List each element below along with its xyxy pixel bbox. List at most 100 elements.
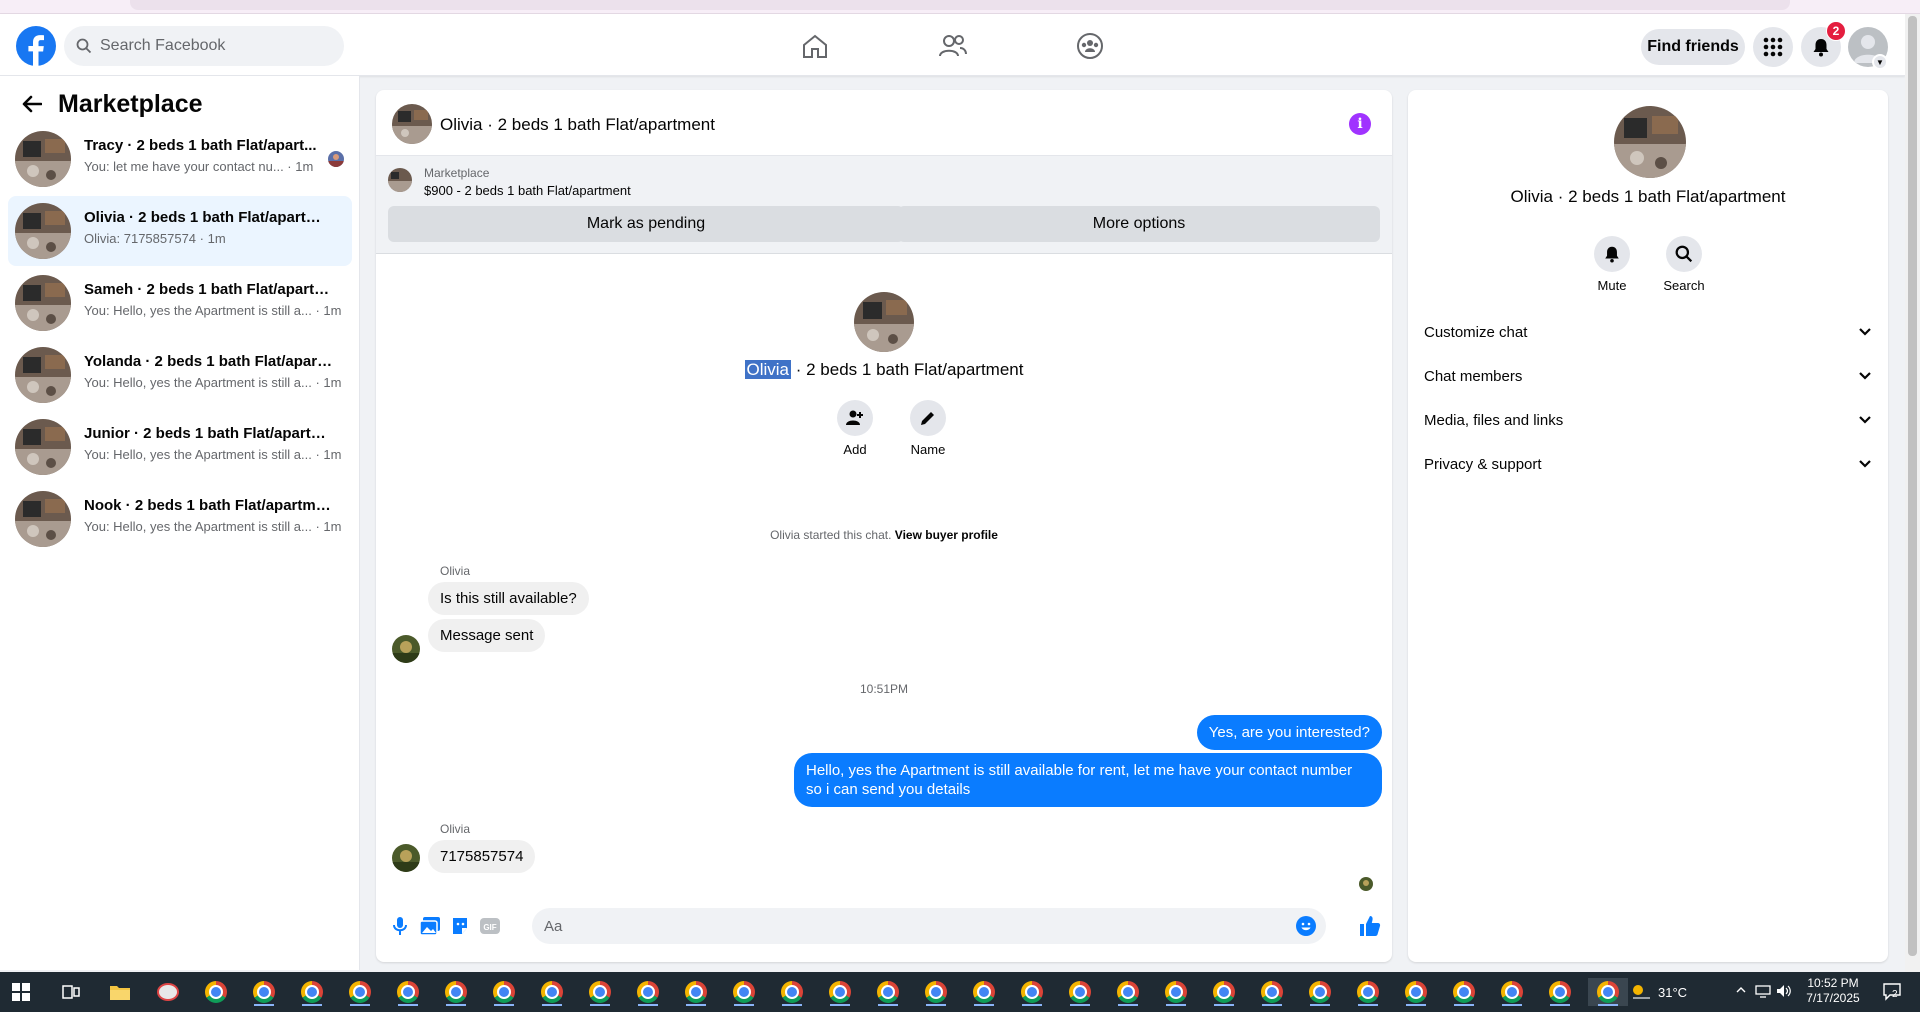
chrome-icon[interactable] bbox=[440, 978, 472, 1006]
chrome-icon[interactable] bbox=[584, 978, 616, 1006]
selected-name-text: Olivia bbox=[744, 360, 792, 379]
network-icon[interactable] bbox=[1755, 984, 1771, 1001]
mark-as-pending-button[interactable]: Mark as pending bbox=[388, 206, 904, 242]
chat-members-section[interactable]: Chat members bbox=[1424, 356, 1872, 396]
chat-avatar[interactable] bbox=[392, 104, 432, 144]
sender-avatar[interactable] bbox=[392, 844, 420, 872]
search-icon bbox=[1666, 236, 1702, 272]
action-center-icon[interactable]: 2 bbox=[1882, 981, 1904, 1003]
view-buyer-profile-link[interactable]: View buyer profile bbox=[895, 528, 998, 542]
incoming-message[interactable]: 7175857574 bbox=[428, 840, 536, 873]
details-avatar[interactable] bbox=[1614, 106, 1686, 178]
chrome-icon[interactable] bbox=[248, 978, 280, 1006]
chat-title[interactable]: Olivia · 2 beds 1 bath Flat/apartment bbox=[440, 115, 715, 135]
speaker-icon[interactable] bbox=[1776, 984, 1792, 1001]
sticker-icon[interactable] bbox=[448, 914, 472, 938]
home-icon[interactable] bbox=[795, 30, 835, 62]
search-box[interactable] bbox=[64, 26, 344, 66]
conversation-name: Nook · 2 beds 1 bath Flat/apartment bbox=[84, 497, 334, 514]
page-scrollbar[interactable] bbox=[1905, 14, 1920, 972]
message-input-box[interactable] bbox=[532, 908, 1326, 944]
info-icon[interactable]: i bbox=[1349, 113, 1371, 135]
search-input[interactable] bbox=[100, 37, 320, 55]
scrollbar-thumb[interactable] bbox=[1908, 16, 1917, 956]
outgoing-message[interactable]: Hello, yes the Apartment is still availa… bbox=[794, 753, 1382, 807]
more-options-button[interactable]: More options bbox=[898, 206, 1380, 242]
menu-grid-icon[interactable] bbox=[1753, 27, 1793, 67]
chrome-icon[interactable] bbox=[968, 978, 1000, 1006]
chrome-icon[interactable] bbox=[1208, 978, 1240, 1006]
chrome-icon[interactable] bbox=[488, 978, 520, 1006]
chrome-icon[interactable] bbox=[920, 978, 952, 1006]
photo-gallery-icon[interactable] bbox=[418, 914, 442, 938]
chrome-icon-active[interactable] bbox=[1588, 978, 1628, 1006]
media-files-links-section[interactable]: Media, files and links bbox=[1424, 400, 1872, 440]
chrome-icon[interactable] bbox=[344, 978, 376, 1006]
chrome-icon[interactable] bbox=[872, 978, 904, 1006]
chrome-icon[interactable] bbox=[632, 978, 664, 1006]
mute-button[interactable]: Mute bbox=[1582, 236, 1642, 293]
incoming-message[interactable]: Is this still available? bbox=[428, 582, 589, 615]
file-explorer-icon[interactable] bbox=[104, 978, 136, 1006]
chrome-icon[interactable] bbox=[1544, 978, 1576, 1006]
chrome-icon[interactable] bbox=[728, 978, 760, 1006]
chrome-icon[interactable] bbox=[296, 978, 328, 1006]
chrome-icon[interactable] bbox=[1352, 978, 1384, 1006]
incoming-message[interactable]: Message sent bbox=[428, 619, 546, 652]
microphone-icon[interactable] bbox=[388, 914, 412, 938]
conversation-item[interactable]: Nook · 2 beds 1 bath Flat/apartment You:… bbox=[8, 484, 352, 554]
chrome-icon[interactable] bbox=[1496, 978, 1528, 1006]
conversation-item-active[interactable]: Olivia · 2 beds 1 bath Flat/apartment Ol… bbox=[8, 196, 352, 266]
chrome-icon[interactable] bbox=[1112, 978, 1144, 1006]
message-input[interactable] bbox=[544, 917, 1284, 935]
task-view-icon[interactable] bbox=[55, 978, 87, 1006]
address-bar[interactable] bbox=[130, 0, 1790, 10]
name-button[interactable]: Name bbox=[898, 400, 958, 457]
chevron-down-icon bbox=[1859, 328, 1871, 336]
sender-avatar[interactable] bbox=[392, 635, 420, 663]
account-chevron-down-icon[interactable]: ▼ bbox=[1872, 54, 1888, 70]
chrome-icon[interactable] bbox=[200, 978, 232, 1006]
weather-temperature[interactable]: 31°C bbox=[1658, 985, 1687, 1000]
weather-icon[interactable] bbox=[1630, 982, 1652, 1002]
gif-icon[interactable]: GIF bbox=[478, 914, 502, 938]
clock[interactable]: 10:52 PM 7/17/2025 bbox=[1798, 976, 1868, 1006]
customize-chat-section[interactable]: Customize chat bbox=[1424, 312, 1872, 352]
chrome-icon[interactable] bbox=[1448, 978, 1480, 1006]
facebook-logo-icon[interactable] bbox=[16, 26, 56, 66]
conversation-item[interactable]: Sameh · 2 beds 1 bath Flat/apartm... You… bbox=[8, 268, 352, 338]
chevron-up-icon[interactable] bbox=[1735, 984, 1747, 999]
emoji-icon[interactable] bbox=[1296, 916, 1316, 936]
intro-avatar bbox=[854, 292, 914, 352]
chrome-icon[interactable] bbox=[1256, 978, 1288, 1006]
windows-start-icon[interactable] bbox=[12, 983, 30, 1006]
chevron-down-icon bbox=[1859, 416, 1871, 424]
add-button[interactable]: Add bbox=[825, 400, 885, 457]
chrome-icon[interactable] bbox=[680, 978, 712, 1006]
chrome-icon[interactable] bbox=[824, 978, 856, 1006]
privacy-support-section[interactable]: Privacy & support bbox=[1424, 444, 1872, 484]
find-friends-button[interactable]: Find friends bbox=[1641, 29, 1745, 65]
chrome-icon[interactable] bbox=[1016, 978, 1048, 1006]
conversation-name: Tracy · 2 beds 1 bath Flat/apart... bbox=[84, 137, 317, 154]
chrome-icon[interactable] bbox=[1304, 978, 1336, 1006]
chrome-icon[interactable] bbox=[392, 978, 424, 1006]
listing-title[interactable]: $900 - 2 beds 1 bath Flat/apartment bbox=[424, 183, 631, 198]
chrome-icon[interactable] bbox=[536, 978, 568, 1006]
conversation-item[interactable]: Tracy · 2 beds 1 bath Flat/apart... You:… bbox=[8, 124, 352, 194]
thumbs-up-icon[interactable] bbox=[1358, 914, 1382, 938]
back-arrow-icon[interactable] bbox=[16, 88, 48, 120]
listing-thumbnail bbox=[15, 419, 71, 475]
chrome-icon[interactable] bbox=[1064, 978, 1096, 1006]
friends-icon[interactable] bbox=[933, 30, 973, 62]
conversation-item[interactable]: Junior · 2 beds 1 bath Flat/apartm... Yo… bbox=[8, 412, 352, 482]
chrome-icon[interactable] bbox=[1160, 978, 1192, 1006]
conversation-item[interactable]: Yolanda · 2 beds 1 bath Flat/apart... Yo… bbox=[8, 340, 352, 410]
chrome-icon[interactable] bbox=[776, 978, 808, 1006]
chrome-icon[interactable] bbox=[1400, 978, 1432, 1006]
groups-icon[interactable] bbox=[1070, 30, 1110, 62]
app-icon[interactable] bbox=[152, 978, 184, 1006]
outgoing-message[interactable]: Yes, are you interested? bbox=[1196, 715, 1382, 750]
search-in-chat-button[interactable]: Search bbox=[1654, 236, 1714, 293]
page-title: Marketplace bbox=[58, 89, 203, 118]
